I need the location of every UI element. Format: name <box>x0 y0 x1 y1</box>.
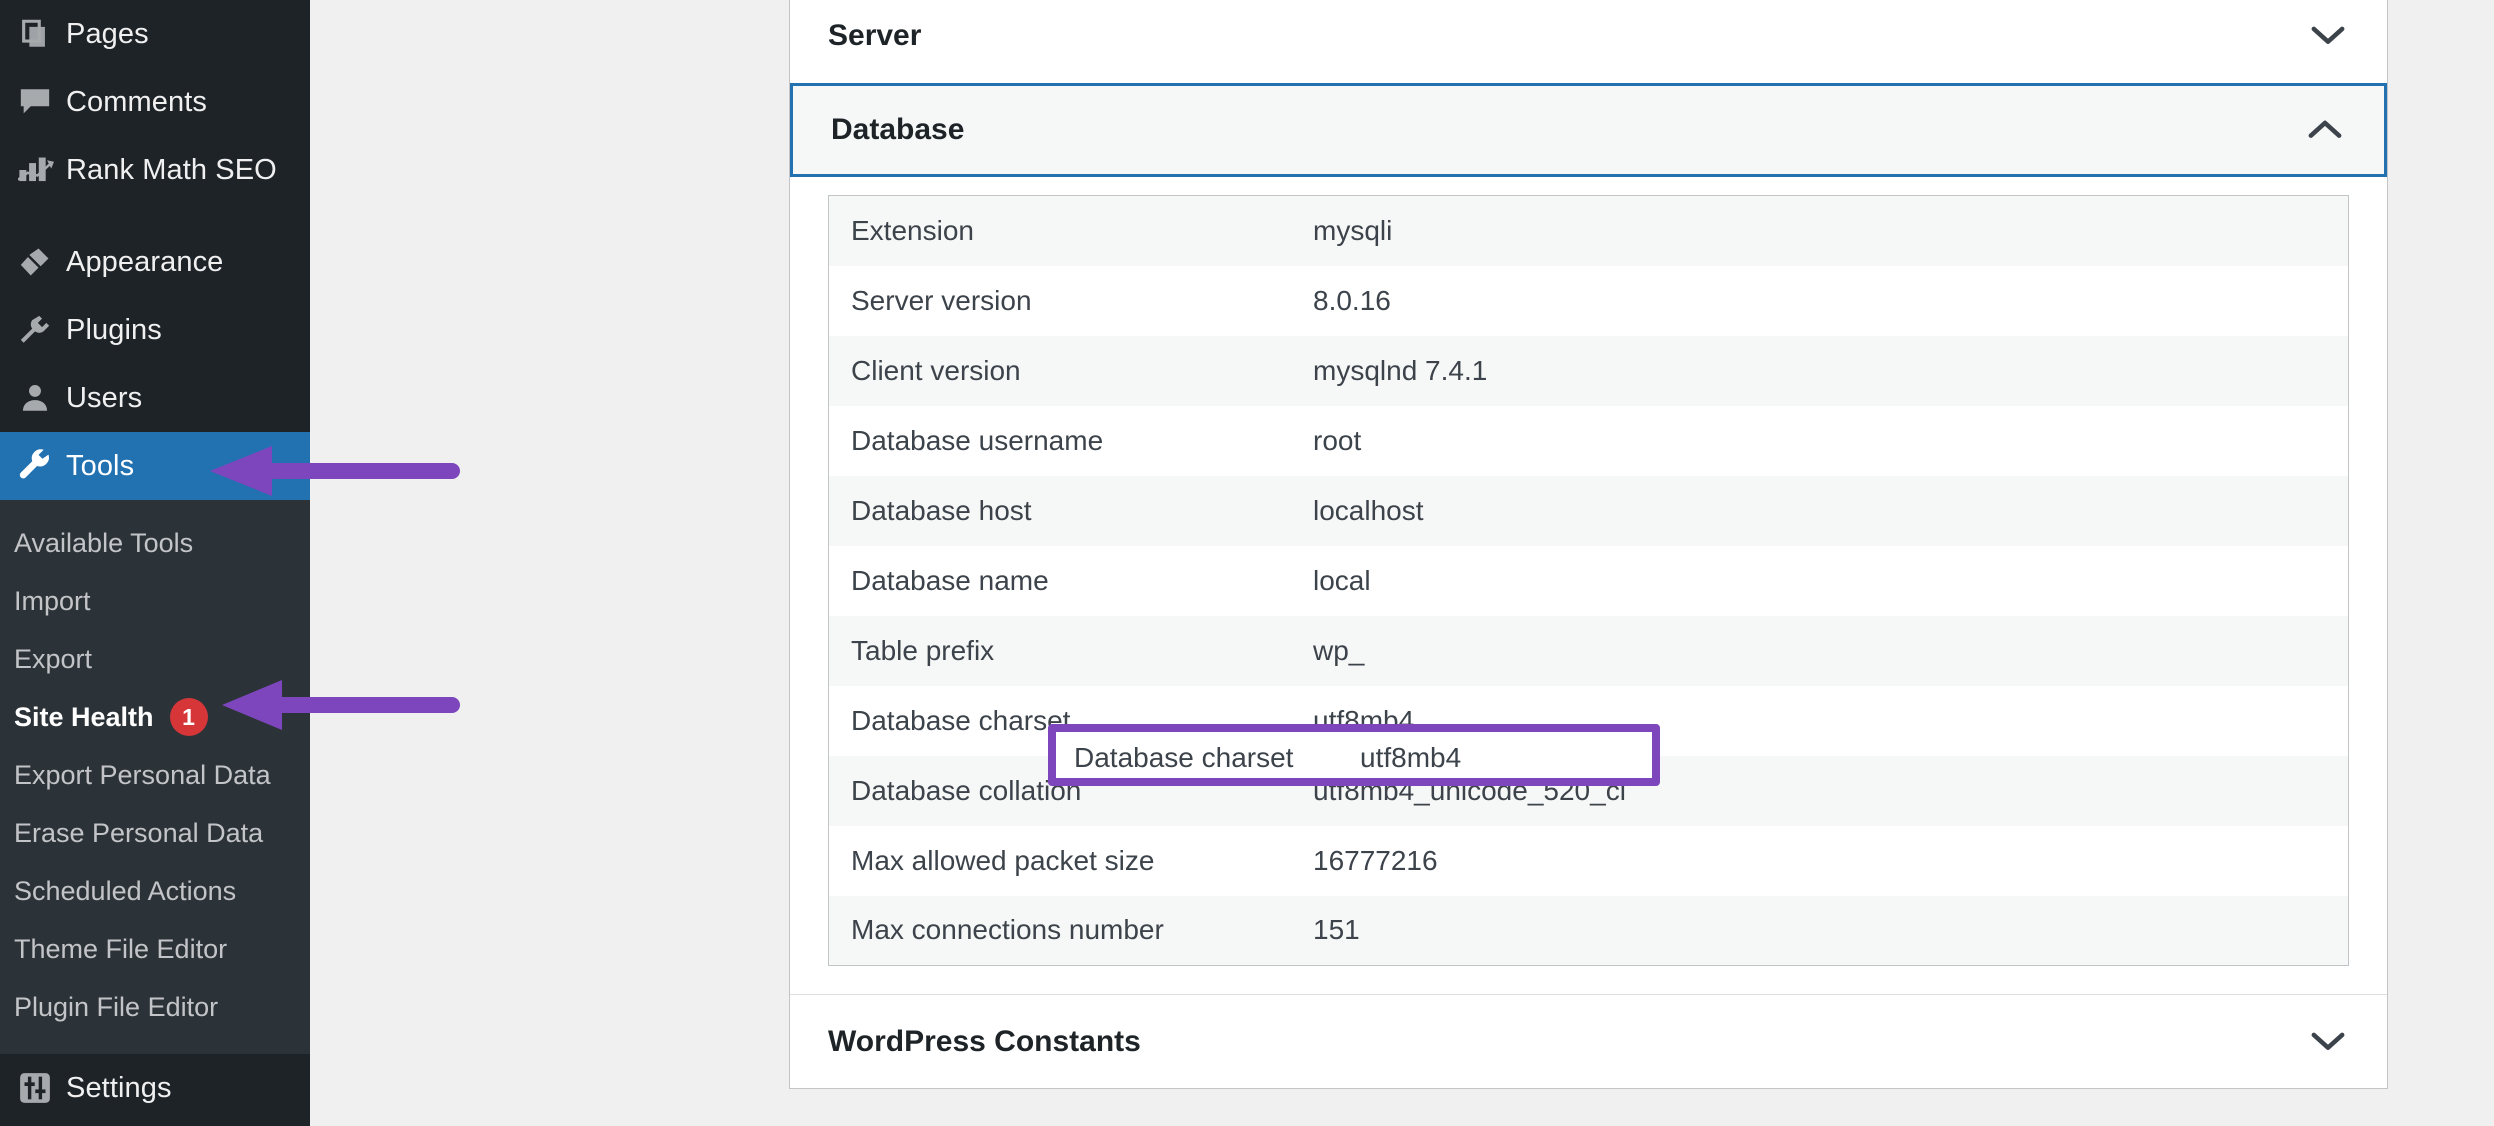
sidebar-item-label: Tools <box>66 449 135 482</box>
sidebar-item-label: Pages <box>66 17 149 50</box>
table-row: Extension mysqli <box>828 195 2349 266</box>
submenu-label: Import <box>14 585 91 616</box>
sidebar-item-plugins[interactable]: Plugins <box>0 296 310 364</box>
table-cell-key: Server version <box>851 284 1032 316</box>
settings-sliders-icon <box>18 1071 66 1105</box>
sidebar-subitem-export-personal-data[interactable]: Export Personal Data <box>0 746 310 804</box>
submenu-label: Scheduled Actions <box>14 875 237 906</box>
table-row: Database username root <box>828 405 2349 476</box>
table-cell-value: 16777216 <box>1313 844 1438 876</box>
sidebar-item-partial-below[interactable] <box>0 1122 310 1126</box>
table-cell-key: Max allowed packet size <box>851 844 1155 876</box>
sidebar-item-settings[interactable]: Settings <box>0 1054 310 1122</box>
table-cell-key: Database name <box>851 564 1049 596</box>
tools-wrench-icon <box>18 448 66 484</box>
accordion-title: WordPress Constants <box>828 1024 1141 1058</box>
database-panel: Extension mysqli Server version 8.0.16 Clien… <box>790 177 2387 994</box>
table-cell-key: Database username <box>851 424 1104 456</box>
table-row: Max allowed packet size 16777216 <box>828 825 2349 896</box>
submenu-label: Export <box>14 643 93 674</box>
sidebar-item-pages[interactable]: Pages <box>0 0 310 68</box>
rank-math-seo-icon <box>18 154 66 186</box>
table-cell-key: Extension <box>851 214 974 246</box>
submenu-label: Theme File Editor <box>14 933 228 964</box>
sidebar-subitem-theme-file-editor[interactable]: Theme File Editor <box>0 920 310 978</box>
pages-icon <box>18 17 66 51</box>
table-row: Database name local <box>828 545 2349 616</box>
table-row: Table prefix wp_ <box>828 615 2349 686</box>
table-cell-value: mysqli <box>1313 214 1393 246</box>
accordion-header-server[interactable]: Server <box>790 0 2387 83</box>
sidebar-item-appearance[interactable]: Appearance <box>0 228 310 296</box>
sidebar-subitem-available-tools[interactable]: Available Tools <box>0 514 310 572</box>
plugins-icon <box>18 313 66 347</box>
table-cell-key: Database host <box>851 494 1032 526</box>
admin-sidebar: Pages Comments Rank Math SEO Appearance … <box>0 0 310 1126</box>
chevron-up-icon[interactable] <box>2304 109 2346 151</box>
table-cell-value: mysqlnd 7.4.1 <box>1313 354 1488 386</box>
table-row: Server version 8.0.16 <box>828 265 2349 336</box>
accordion-title: Server <box>828 19 922 52</box>
sidebar-item-label: Rank Math SEO <box>66 153 277 186</box>
highlighted-row-value: utf8mb4 <box>1360 742 1462 773</box>
submenu-label: Available Tools <box>14 527 194 558</box>
table-cell-value: 151 <box>1313 914 1360 946</box>
submenu-label: Export Personal Data <box>14 759 271 790</box>
chevron-down-icon[interactable] <box>2307 15 2349 57</box>
table-row: Max connections number 151 <box>828 895 2349 966</box>
main-content-area: Server Database Extension mysqli Server … <box>310 0 2494 1126</box>
highlighted-row-key: Database charset <box>1074 742 1294 773</box>
submenu-label: Erase Personal Data <box>14 817 264 848</box>
sidebar-subitem-export[interactable]: Export <box>0 630 310 688</box>
table-row: Client version mysqlnd 7.4.1 <box>828 335 2349 406</box>
sidebar-item-label: Users <box>66 381 143 414</box>
accordion-header-database[interactable]: Database <box>790 83 2387 177</box>
sidebar-item-rank-math-seo[interactable]: Rank Math SEO <box>0 136 310 204</box>
table-cell-value: wp_ <box>1313 634 1365 666</box>
database-info-table: Extension mysqli Server version 8.0.16 Clien… <box>828 195 2349 966</box>
sidebar-subitem-erase-personal-data[interactable]: Erase Personal Data <box>0 804 310 862</box>
sidebar-item-label: Comments <box>66 85 207 118</box>
table-cell-value: root <box>1313 424 1362 456</box>
table-row: Database collation utf8mb4_unicode_520_ci <box>828 755 2349 826</box>
site-health-info-card: Server Database Extension mysqli Server … <box>789 0 2388 1089</box>
table-cell-key: Max connections number <box>851 914 1164 946</box>
screenshot-root: Pages Comments Rank Math SEO Appearance … <box>0 0 2494 1126</box>
table-cell-key: Table prefix <box>851 634 995 666</box>
sidebar-divider <box>0 204 310 228</box>
users-icon <box>18 381 66 415</box>
table-row: Database charset utf8mb4 <box>828 685 2349 756</box>
table-row: Database host localhost <box>828 475 2349 546</box>
sidebar-subitem-import[interactable]: Import <box>0 572 310 630</box>
table-cell-key: Client version <box>851 354 1021 386</box>
sidebar-item-label: Plugins <box>66 313 162 346</box>
tools-submenu: Available Tools Import Export Site Healt… <box>0 500 310 1054</box>
sidebar-item-label: Settings <box>66 1071 172 1104</box>
table-cell-value: 8.0.16 <box>1313 284 1391 316</box>
accordion-header-wordpress-constants[interactable]: WordPress Constants <box>790 994 2387 1088</box>
appearance-icon <box>18 245 66 279</box>
table-cell-value: local <box>1313 564 1371 596</box>
sidebar-subitem-plugin-file-editor[interactable]: Plugin File Editor <box>0 978 310 1036</box>
sidebar-subitem-site-health[interactable]: Site Health 1 <box>0 688 310 746</box>
sidebar-item-comments[interactable]: Comments <box>0 68 310 136</box>
table-cell-value: localhost <box>1313 494 1424 526</box>
accordion-title: Database <box>831 113 965 146</box>
sidebar-subitem-scheduled-actions[interactable]: Scheduled Actions <box>0 862 310 920</box>
submenu-label: Plugin File Editor <box>14 991 219 1022</box>
sidebar-item-label: Appearance <box>66 245 224 278</box>
sidebar-item-users[interactable]: Users <box>0 364 310 432</box>
comments-icon <box>18 85 66 119</box>
site-health-issue-badge: 1 <box>169 698 208 736</box>
submenu-label: Site Health <box>14 701 154 732</box>
sidebar-item-tools[interactable]: Tools <box>0 432 310 500</box>
chevron-down-icon[interactable] <box>2307 1021 2349 1063</box>
